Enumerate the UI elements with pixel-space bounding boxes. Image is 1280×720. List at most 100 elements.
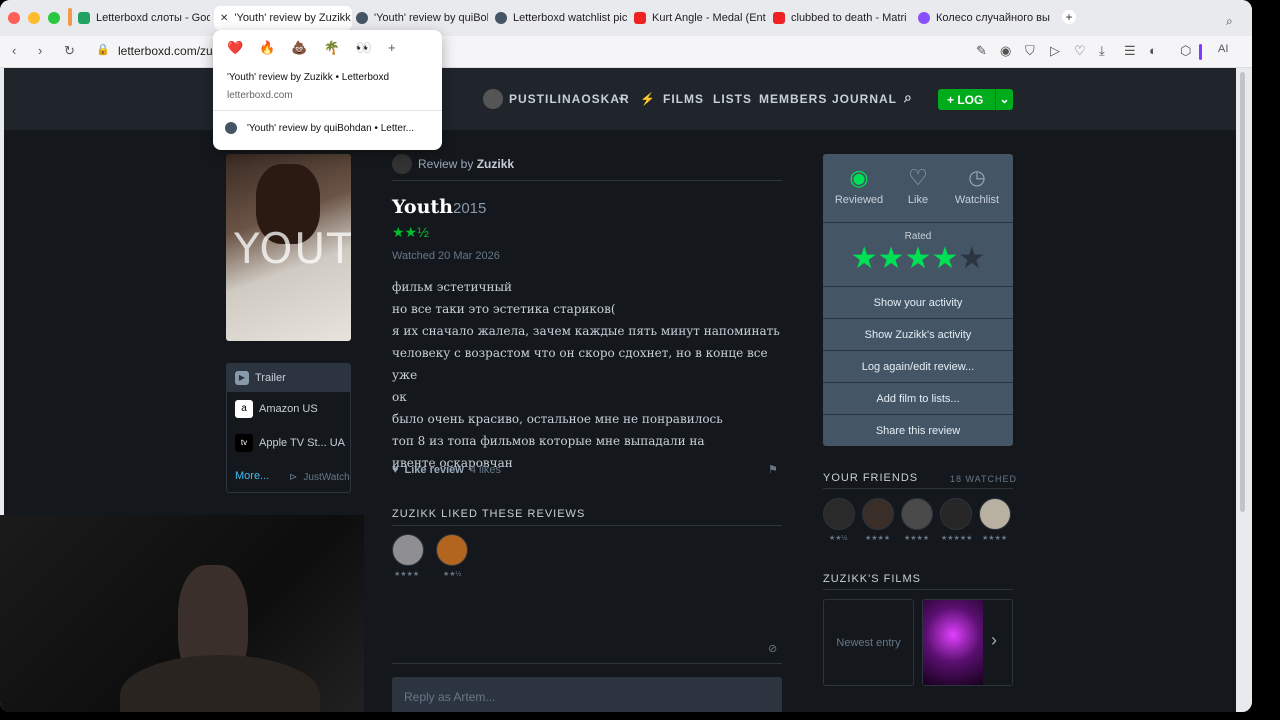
tab-3[interactable]: Letterboxd watchlist pic [495,6,627,30]
forward-icon[interactable]: › [38,43,42,58]
edit-icon[interactable]: ✎ [976,43,987,59]
tab-0[interactable]: Letterboxd слоты - Goo [78,6,210,30]
sheets-icon [78,12,90,24]
eyes-emoji-icon[interactable]: 👀 [356,40,372,56]
menu-icon[interactable]: ☰ [1124,43,1136,59]
add-to-lists-button[interactable]: Add film to lists... [823,382,1013,414]
scrollbar-thumb[interactable] [1240,72,1245,512]
reload-icon[interactable]: ↻ [64,43,75,59]
rating-star[interactable]: ★ [878,242,905,275]
letterboxd-icon [495,12,507,24]
trailer-link[interactable]: ▶ Trailer [235,371,286,385]
avatar[interactable] [901,498,933,530]
film-year[interactable]: 2015 [453,200,486,217]
search-tabs-icon[interactable]: ⌕ [1226,14,1233,29]
address-bar[interactable]: letterboxd.com/zu [118,44,213,58]
nav-members[interactable]: MEMBERS [759,92,827,106]
camera-icon[interactable]: ◉ [1000,43,1011,59]
close-window-icon[interactable] [8,12,20,24]
letterboxd-icon [356,12,368,24]
fire-emoji-icon[interactable]: 🔥 [259,40,275,56]
watched-count[interactable]: 18 WATCHED [950,474,1017,484]
avatar[interactable] [823,498,855,530]
like-review-button[interactable]: Like review [405,464,464,476]
rating-star[interactable]: ★ [958,242,985,275]
poop-emoji-icon[interactable]: 💩 [291,40,307,56]
play-icon[interactable]: ▷ [1050,43,1060,59]
log-button[interactable]: + LOG ⌄ [938,89,1013,110]
rating-star[interactable]: ★ [905,242,932,275]
add-emoji-button[interactable]: + [388,40,396,56]
share-review-button[interactable]: Share this review [823,414,1013,446]
like-button[interactable]: ♡ Like [893,166,943,207]
maximize-window-icon[interactable] [48,12,60,24]
justwatch-label[interactable]: ⊳ JustWatch [289,472,350,483]
hide-icon[interactable]: ⊘ [768,642,777,655]
watchlist-button[interactable]: ◷ Watchlist [947,166,1007,206]
show-your-activity-button[interactable]: Show your activity [823,286,1013,318]
heart-emoji-icon[interactable]: ❤️ [227,40,243,56]
youtube-icon [634,12,646,24]
new-tab-button[interactable]: + [1062,10,1076,24]
tab-4[interactable]: Kurt Angle - Medal (Ent [634,6,766,30]
play-icon: ▶ [235,371,249,385]
back-icon[interactable]: ‹ [12,43,16,58]
chevron-down-icon[interactable]: ⌄ [617,92,626,103]
activity-icon[interactable]: ⚡ [640,92,656,106]
tab-2[interactable]: 'Youth' review by quiBoh [356,6,488,30]
avatar[interactable] [392,534,424,566]
report-flag-icon[interactable]: ⚑ [768,463,778,476]
service-amazon[interactable]: a Amazon US [235,400,318,418]
likes-count[interactable]: 4 likes [470,464,501,476]
film-tile[interactable]: › [922,599,1013,686]
close-tab-icon[interactable]: ✕ [220,13,228,24]
review-author[interactable]: Zuzikk [477,157,514,171]
shield-icon[interactable]: ⛉ [1025,43,1035,59]
username-menu[interactable]: PUSTILINAOSKAR [509,92,630,106]
avatar[interactable] [979,498,1011,530]
divider [392,525,782,526]
tab-preview-popup: ❤️ 🔥 💩 🌴 👀 + 'Youth' review by Zuzikk • … [213,30,442,150]
nav-journal[interactable]: JOURNAL [832,92,897,106]
avatar[interactable] [862,498,894,530]
rating-widget[interactable]: ★★★★★ [823,244,1013,274]
nav-films[interactable]: FILMS [663,92,704,106]
download-icon[interactable]: ⤓ [1099,43,1105,59]
reply-input[interactable]: Reply as Artem... [392,677,782,712]
friends-title[interactable]: YOUR FRIENDS [823,472,918,484]
avatar[interactable] [436,534,468,566]
heart-icon[interactable]: ♡ [1074,43,1086,59]
show-user-activity-button[interactable]: Show Zuzikk's activity [823,318,1013,350]
where-to-watch: ▶ Trailer a Amazon US tv Apple TV St... UA … [226,363,351,493]
popup-title: 'Youth' review by Zuzikk • Letterboxd [227,72,390,83]
cube-icon[interactable]: ⬡ [1180,43,1191,59]
avatar[interactable] [940,498,972,530]
minimize-window-icon[interactable] [28,12,40,24]
popup-other-tab[interactable]: 'Youth' review by quiBohdan • Letter... [225,122,414,134]
scrollbar[interactable] [1238,68,1248,712]
profile-icon[interactable]: ◐ [1149,43,1157,58]
search-icon[interactable]: ⌕ [904,89,913,106]
chevron-right-icon[interactable]: › [991,630,997,651]
avatar[interactable] [392,154,412,174]
film-title[interactable]: Youth [392,196,453,218]
user-films-title[interactable]: ZUZIKK'S FILMS [823,573,921,585]
more-link[interactable]: More... [235,470,269,482]
tab-6[interactable]: Колесо случайного выб [918,6,1050,30]
tab-5[interactable]: clubbed to death - Matri [773,6,911,30]
film-poster[interactable]: YOUTH [226,154,351,341]
nav-lists[interactable]: LISTS [713,92,752,106]
film-poster[interactable] [923,600,983,685]
heart-icon[interactable]: ♥ [392,464,399,476]
log-again-button[interactable]: Log again/edit review... [823,350,1013,382]
palm-emoji-icon[interactable]: 🌴 [324,40,340,56]
rating-star[interactable]: ★ [931,242,958,275]
reviewed-button[interactable]: ◉ Reviewed [834,166,884,207]
service-apple[interactable]: tv Apple TV St... UA [235,434,345,452]
rating-star[interactable]: ★ [851,242,878,275]
wheel-icon [918,12,930,24]
tab-1[interactable]: ✕ 'Youth' review by Zuzikk [214,6,352,30]
chevron-down-icon[interactable]: ⌄ [995,89,1013,110]
avatar[interactable] [483,89,503,109]
ai-button[interactable]: AI [1218,43,1228,55]
